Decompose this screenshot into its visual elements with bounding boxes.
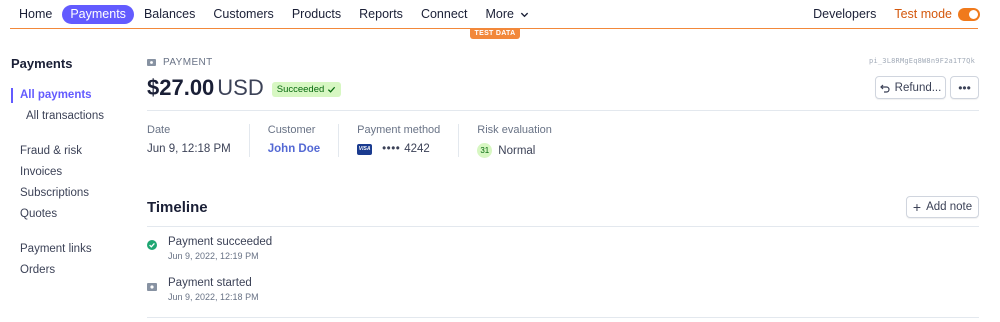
summary-risk: Risk evaluation 31 Normal [477,124,570,158]
payment-detail: PAYMENT pi_3L8RMgEq8W8n9F2a1T7Qk $27.00 … [147,54,979,318]
payment-method-value: VISA •••• 4242 [357,143,440,155]
timeline-event-time: Jun 9, 2022, 12:19 PM [168,251,259,261]
nav-item-more-label: More [485,7,514,21]
amount-row: $27.00 USD Succeeded [147,75,342,101]
sidebar-item-all-transactions[interactable]: All transactions [11,106,131,127]
payment-method-label: Payment method [357,124,441,136]
divider [147,226,979,227]
add-note-button[interactable]: + Add note [906,196,979,218]
timeline-event-title: Payment succeeded [168,236,273,248]
nav-item-more[interactable]: More [478,5,537,24]
payment-kind: PAYMENT [147,54,979,70]
status-badge: Succeeded [271,82,342,97]
nav-left: Home Payments Balances Customers Product… [11,5,539,24]
risk-label: Risk evaluation [477,124,552,136]
payment-summary: Date Jun 9, 12:18 PM Customer John Doe P… [147,124,588,158]
timeline-event-time: Jun 9, 2022, 12:18 PM [168,292,259,302]
bill-icon [147,58,156,66]
nav-item-payments[interactable]: Payments [62,5,134,24]
status-badge-label: Succeeded [276,84,325,95]
timeline-event-body: Payment succeeded Jun 9, 2022, 12:19 PM [168,236,272,261]
chevron-down-icon [520,12,529,18]
sidebar-title: Payments [11,56,73,71]
divider [147,317,979,318]
nav-item-home[interactable]: Home [11,5,60,24]
sidebar-item-payment-links[interactable]: Payment links [11,239,131,260]
nav-item-connect[interactable]: Connect [413,5,476,24]
timeline-event: Payment succeeded Jun 9, 2022, 12:19 PM [147,236,272,261]
test-mode-toggle[interactable] [958,8,980,21]
nav-item-balances[interactable]: Balances [136,5,203,24]
nav-item-products[interactable]: Products [284,5,349,24]
risk-value: 31 Normal [477,143,552,158]
plus-icon: + [912,199,922,215]
refund-button-label: Refund... [894,81,942,94]
card-dots: •••• [382,143,401,155]
timeline-event: Payment started Jun 9, 2022, 12:18 PM [147,277,259,302]
customer-link[interactable]: John Doe [268,143,320,155]
nav-item-reports[interactable]: Reports [351,5,411,24]
bill-icon [147,277,157,302]
sidebar-item-orders[interactable]: Orders [11,260,131,281]
summary-date: Date Jun 9, 12:18 PM [147,124,250,157]
top-nav: Home Payments Balances Customers Product… [0,0,1000,29]
payment-id[interactable]: pi_3L8RMgEq8W8n9F2a1T7Qk [869,57,975,65]
divider [147,110,979,111]
date-label: Date [147,124,171,136]
check-circle-icon [147,236,157,261]
risk-score-badge: 31 [477,143,493,158]
sidebar: Payments All payments All transactions F… [11,56,131,281]
nav-right: Developers Test mode [813,5,980,24]
timeline-event-title: Payment started [168,277,252,289]
visa-card-icon: VISA [357,143,373,155]
payment-kind-label: PAYMENT [163,56,213,68]
add-note-label: Add note [926,201,973,213]
sidebar-item-fraud-risk[interactable]: Fraud & risk [11,141,131,162]
summary-customer: Customer John Doe [267,124,340,157]
developers-link[interactable]: Developers [813,5,876,24]
payment-amount: $27.00 [147,75,215,100]
timeline-title: Timeline [147,199,208,216]
timeline-event-body: Payment started Jun 9, 2022, 12:18 PM [168,277,259,302]
sidebar-item-quotes[interactable]: Quotes [11,204,131,225]
customer-label: Customer [267,124,316,136]
card-last4: 4242 [404,143,430,155]
undo-icon [879,84,890,93]
summary-payment-method: Payment method VISA •••• 4242 [357,124,460,157]
more-actions-button[interactable]: ••• [950,76,979,99]
test-data-badge: TEST DATA [470,28,520,39]
sidebar-item-subscriptions[interactable]: Subscriptions [11,183,131,204]
risk-level: Normal [498,144,536,157]
sidebar-item-invoices[interactable]: Invoices [11,162,131,183]
nav-item-customers[interactable]: Customers [205,5,281,24]
payment-currency: USD [217,75,264,100]
date-value: Jun 9, 12:18 PM [147,143,231,155]
refund-button[interactable]: Refund... [875,76,946,99]
sidebar-item-all-payments[interactable]: All payments [11,85,131,106]
test-mode-label: Test mode [894,7,952,21]
check-icon [328,86,336,93]
